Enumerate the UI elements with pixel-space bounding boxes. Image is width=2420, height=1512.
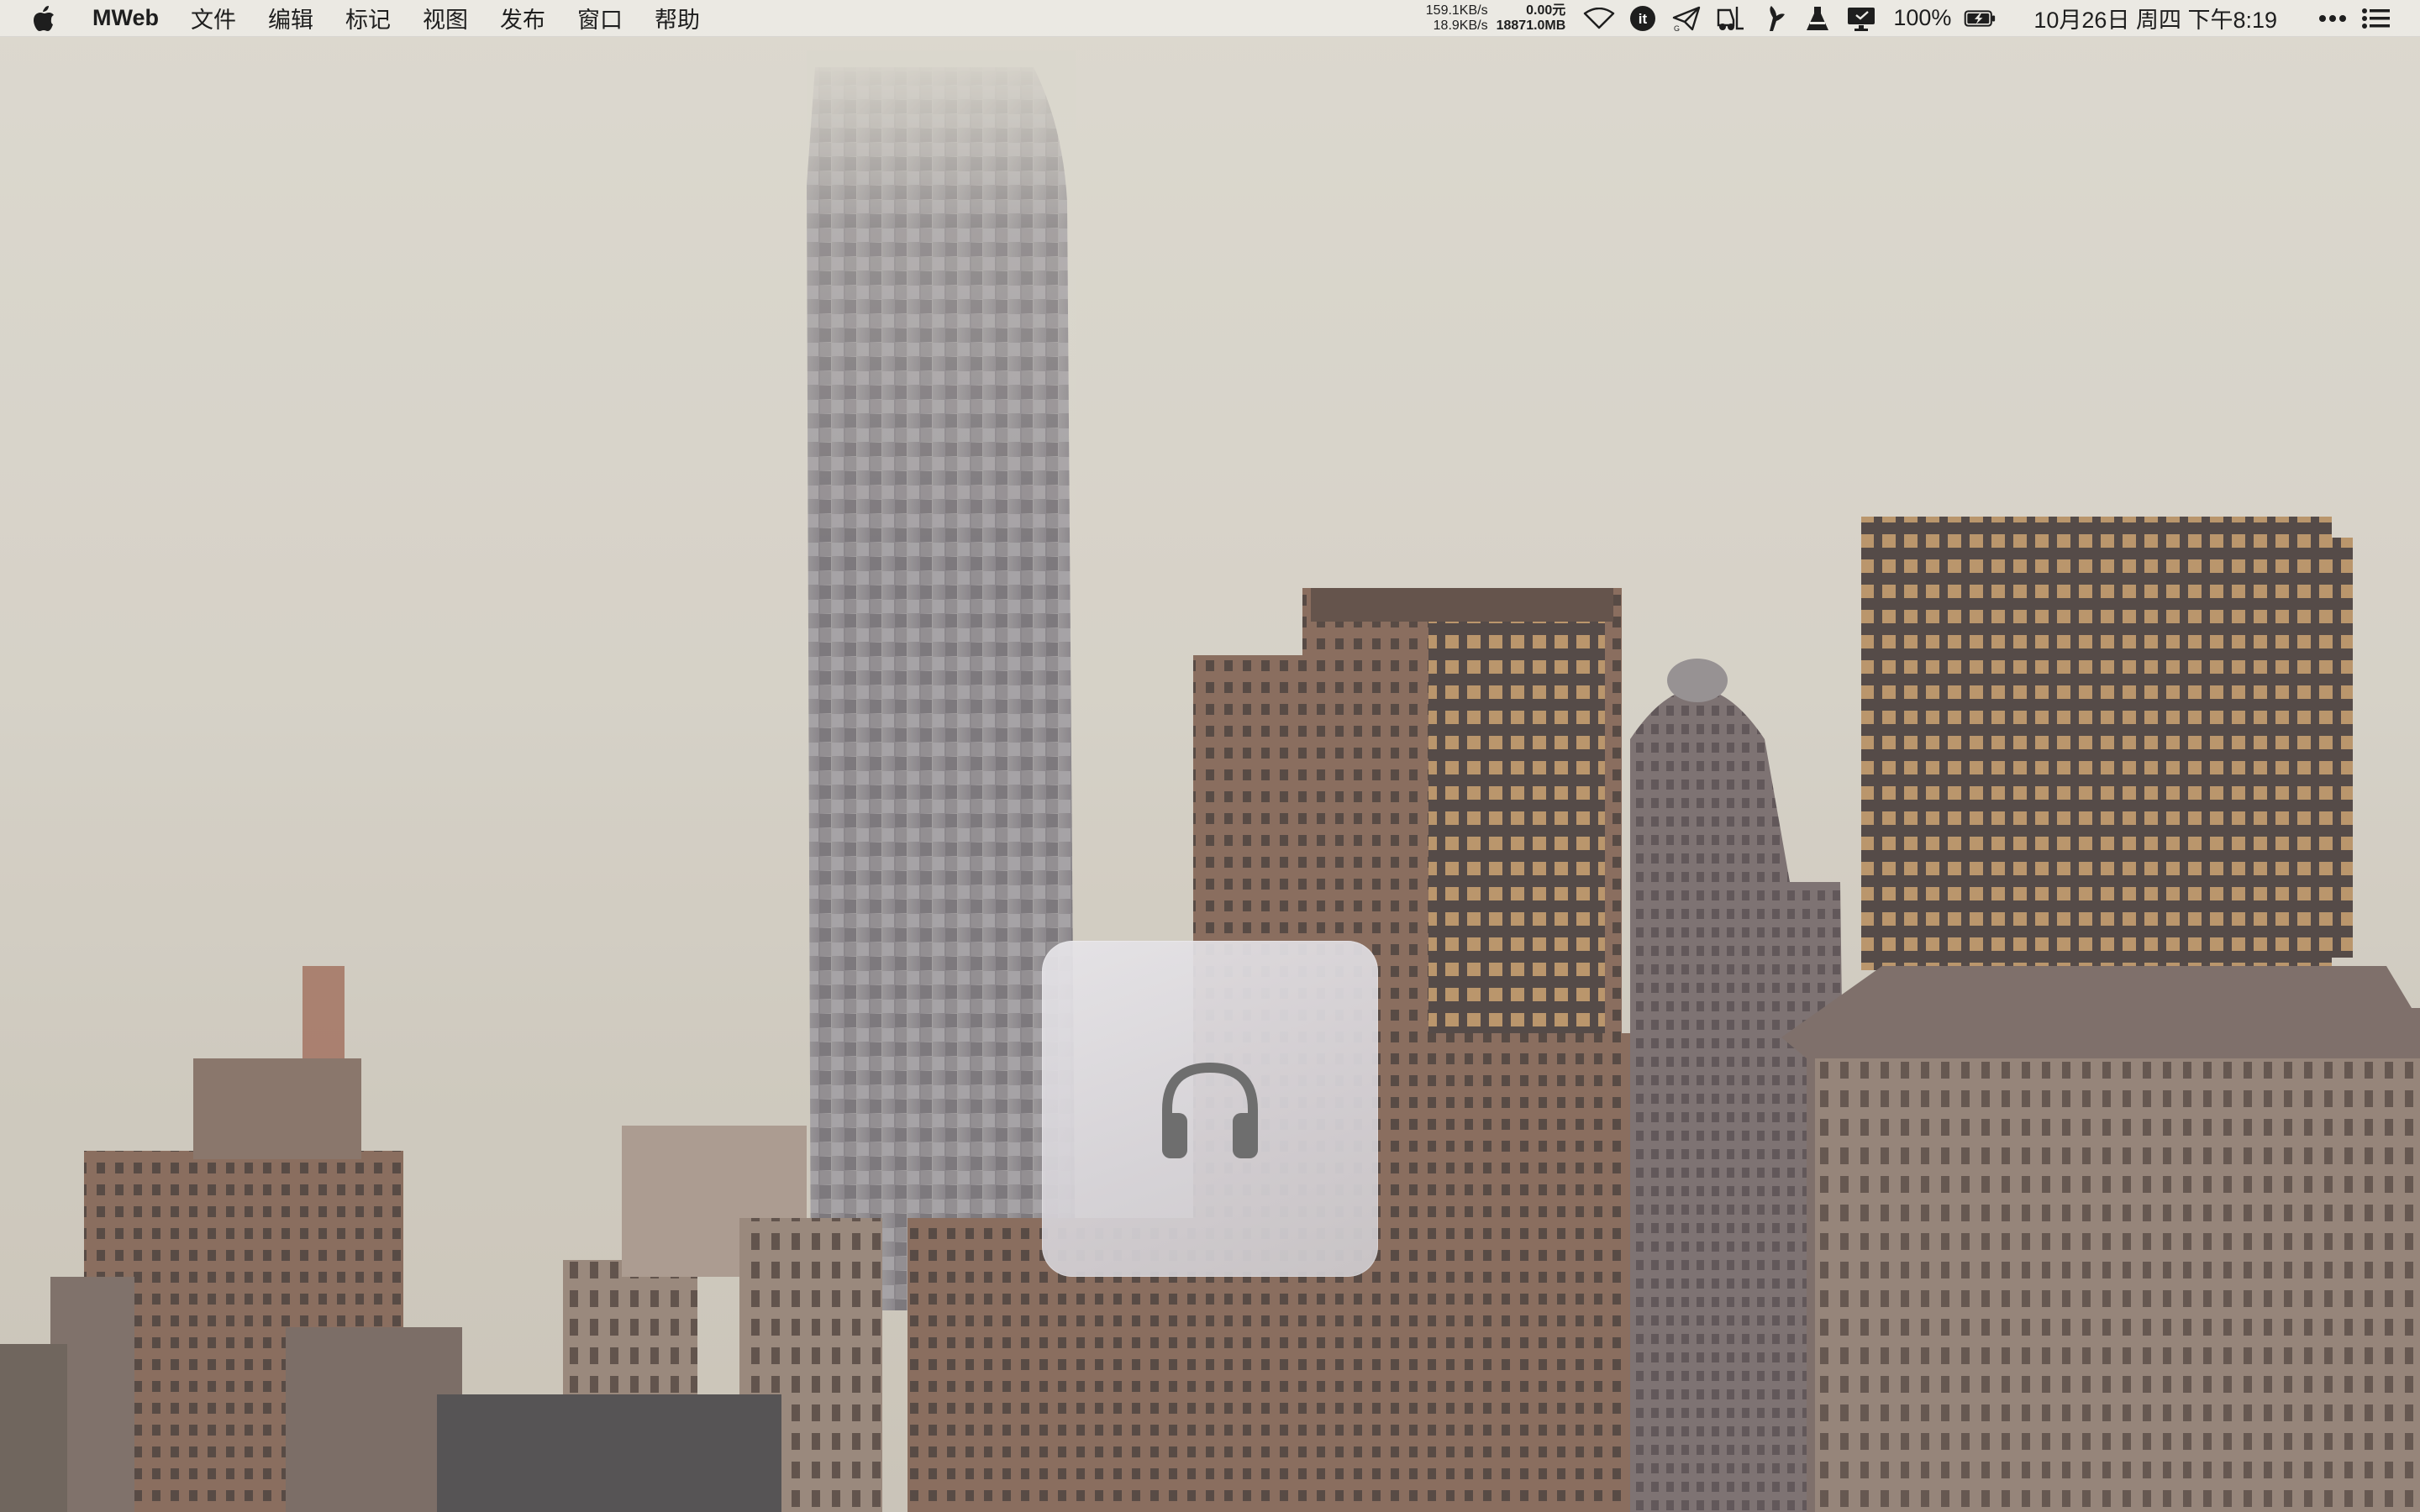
menu-publish[interactable]: 发布 xyxy=(500,2,545,34)
menu-mark[interactable]: 标记 xyxy=(345,2,391,34)
desktop-wallpaper xyxy=(0,0,2420,1512)
network-speed-widget[interactable]: 159.1KB/s 18.9KB/s xyxy=(1426,3,1488,34)
menu-bar-right: 159.1KB/s 18.9KB/s 0.00元 18871.0MB it G xyxy=(1426,0,2420,37)
data-usage-widget[interactable]: 0.00元 18871.0MB xyxy=(1497,3,1566,34)
data-cost: 0.00元 xyxy=(1526,3,1566,18)
headphones-icon xyxy=(1162,1062,1258,1158)
city-skyline-icon xyxy=(0,0,2420,1512)
menu-edit[interactable]: 编辑 xyxy=(268,2,313,34)
menu-file[interactable]: 文件 xyxy=(191,2,236,34)
wifi-icon[interactable] xyxy=(1583,3,1615,34)
audio-output-hud xyxy=(1042,941,1378,1277)
menu-bar: MWeb 文件 编辑 标记 视图 发布 窗口 帮助 159.1KB/s 18.9… xyxy=(0,0,2420,37)
it-badge-icon[interactable]: it xyxy=(1627,3,1659,34)
menu-window[interactable]: 窗口 xyxy=(577,2,623,34)
flask-icon[interactable] xyxy=(1802,3,1833,34)
menu-help[interactable]: 帮助 xyxy=(655,2,700,34)
net-download-speed: 18.9KB/s xyxy=(1433,18,1488,33)
net-upload-speed: 159.1KB/s xyxy=(1425,3,1488,18)
data-usage: 18871.0MB xyxy=(1496,18,1566,33)
battery-charging-icon[interactable] xyxy=(1964,3,1996,34)
svg-text:G: G xyxy=(1674,24,1680,31)
svg-text:it: it xyxy=(1639,11,1648,27)
app-name-menu[interactable]: MWeb xyxy=(92,5,159,31)
bunny-icon[interactable] xyxy=(1758,3,1790,34)
battery-percentage[interactable]: 100% xyxy=(1893,5,1951,31)
menu-bar-clock[interactable]: 10月26日 周四 下午8:19 xyxy=(2033,2,2277,34)
notification-list-icon[interactable] xyxy=(2360,3,2392,34)
display-icon[interactable] xyxy=(1845,3,1877,34)
forklift-icon[interactable] xyxy=(1714,3,1746,34)
paper-plane-icon[interactable]: G xyxy=(1670,3,1702,34)
more-dots-icon[interactable] xyxy=(2317,3,2349,34)
menu-view[interactable]: 视图 xyxy=(423,2,468,34)
apple-logo-icon[interactable] xyxy=(32,0,59,37)
menu-bar-left: MWeb 文件 编辑 标记 视图 发布 窗口 帮助 xyxy=(0,0,732,37)
